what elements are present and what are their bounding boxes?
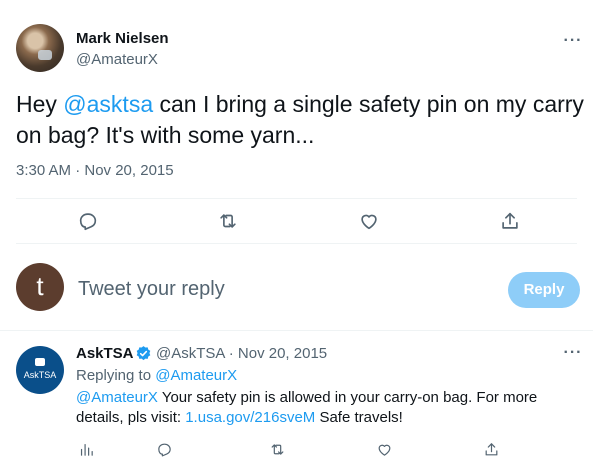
current-user-avatar[interactable]: t — [16, 263, 64, 311]
analytics-button[interactable] — [73, 436, 99, 462]
reply-reply-button[interactable] — [151, 436, 177, 462]
chat-bubble-icon — [35, 358, 45, 366]
share-action-button[interactable] — [493, 204, 527, 238]
like-icon — [378, 444, 390, 456]
divider — [16, 198, 577, 199]
author-handle[interactable]: @AmateurX — [76, 51, 158, 68]
reply-meta[interactable]: @AskTSA · Nov 20, 2015 — [156, 345, 327, 362]
reply-button[interactable]: Reply — [508, 272, 580, 308]
reply-icon — [157, 443, 171, 456]
like-action-button[interactable] — [352, 204, 386, 238]
more-options-icon[interactable]: ··· — [561, 33, 585, 54]
reply-action-button[interactable] — [71, 204, 105, 238]
like-icon — [361, 214, 377, 230]
replying-to: Replying to @AmateurX — [76, 367, 237, 384]
tweet-timestamp[interactable]: 3:30 AM · Nov 20, 2015 — [16, 162, 174, 179]
tweet-text-prefix: Hey — [16, 91, 64, 117]
mention-link[interactable]: @asktsa — [63, 91, 153, 117]
tweet-text: Hey @asktsa can I bring a single safety … — [16, 89, 584, 151]
reply-text: @AmateurX Your safety pin is allowed in … — [76, 388, 576, 428]
retweet-action-button[interactable] — [211, 204, 245, 238]
divider — [0, 330, 593, 331]
author-avatar[interactable] — [16, 24, 64, 72]
replying-to-link[interactable]: @AmateurX — [155, 367, 237, 384]
reply-retweet-button[interactable] — [264, 436, 290, 462]
verified-badge-icon — [136, 346, 151, 361]
reply-share-button[interactable] — [478, 436, 504, 462]
reply-icon — [79, 213, 97, 231]
reply-input[interactable]: Tweet your reply — [78, 278, 225, 301]
asktsa-avatar[interactable]: AskTSA — [16, 346, 64, 394]
share-icon — [502, 212, 518, 229]
reply-mention-link[interactable]: @AmateurX — [76, 389, 158, 406]
reply-text-end: Safe travels! — [315, 409, 403, 426]
reply-author-name[interactable]: AskTSA — [76, 345, 134, 362]
replying-to-label: Replying to — [76, 367, 156, 384]
reply-more-options-icon[interactable]: ··· — [561, 345, 585, 366]
analytics-icon — [80, 443, 93, 456]
reply-like-button[interactable] — [371, 436, 397, 462]
share-icon — [485, 442, 497, 455]
author-name[interactable]: Mark Nielsen — [76, 30, 169, 47]
retweet-icon — [271, 443, 283, 455]
asktsa-logo-text: AskTSA — [23, 370, 57, 380]
divider — [16, 243, 577, 244]
retweet-icon — [220, 214, 236, 228]
reply-url-link[interactable]: 1.usa.gov/216sveM — [185, 409, 315, 426]
